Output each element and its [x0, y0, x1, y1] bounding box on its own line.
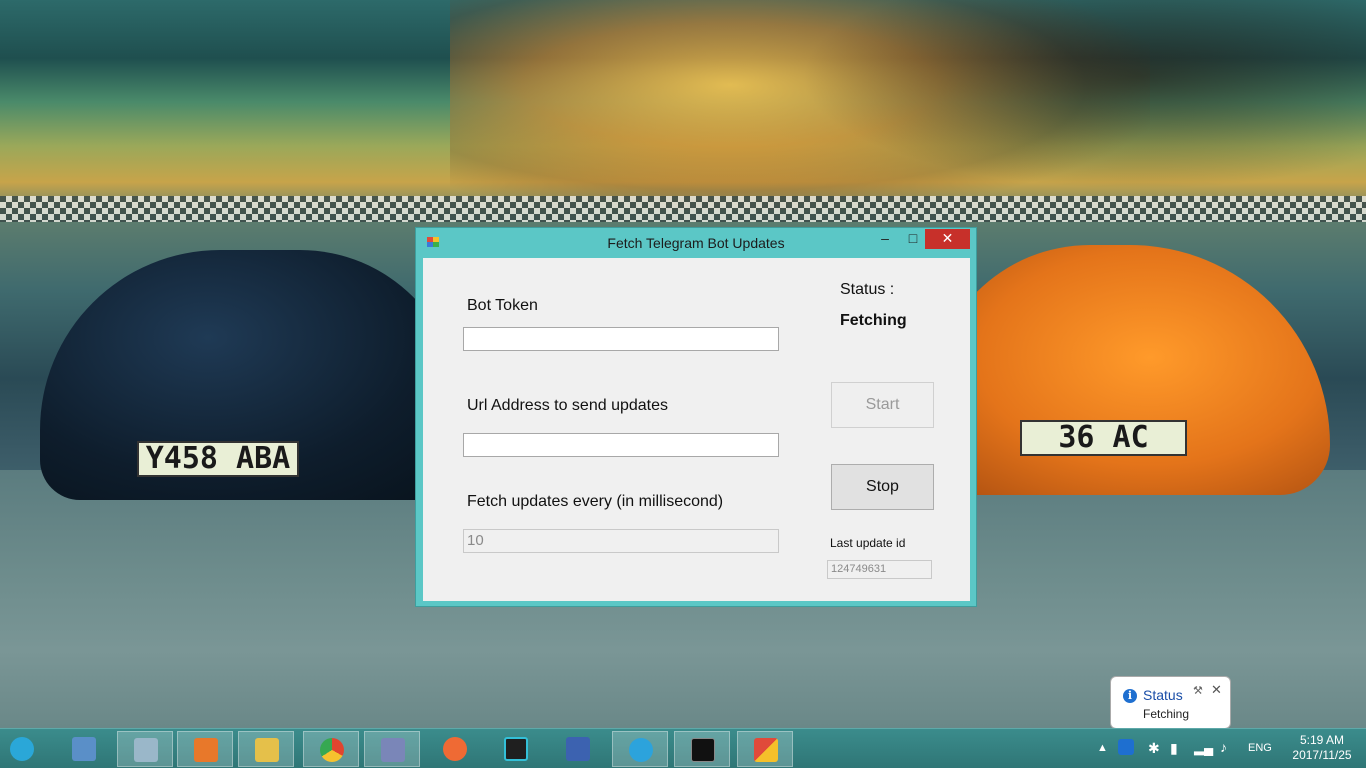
taskbar-file-explorer[interactable]	[238, 731, 294, 767]
stop-button[interactable]: Stop	[831, 464, 934, 510]
webstorm-icon	[504, 737, 528, 761]
command-prompt-icon	[691, 738, 715, 762]
title-bar[interactable]: Fetch Telegram Bot Updates – □ ✕	[416, 228, 976, 258]
taskbar-php[interactable]	[364, 731, 420, 767]
bot-token-field[interactable]	[463, 327, 779, 351]
notification-balloon[interactable]: i Status Fetching ⚒ ✕	[1110, 676, 1231, 729]
start-button[interactable]: Start	[831, 382, 934, 428]
app-window: Fetch Telegram Bot Updates – □ ✕ Bot Tok…	[415, 227, 977, 607]
form-client-area: Bot Token Url Address to send updates Fe…	[423, 258, 970, 601]
network-tool-icon	[566, 737, 590, 761]
clock-time: 5:19 AM	[1299, 733, 1345, 747]
taskbar-windows-forms-app[interactable]	[737, 731, 793, 767]
file-explorer-icon	[255, 738, 279, 762]
app-tray-icon[interactable]	[1118, 739, 1134, 755]
php-icon	[381, 738, 405, 762]
license-plate-right: 36 AC	[1020, 420, 1187, 456]
close-button[interactable]: ✕	[925, 229, 970, 249]
taskbar-command-prompt[interactable]	[674, 731, 730, 767]
clock-date: 2017/11/25	[1292, 748, 1352, 762]
orange-car	[930, 245, 1330, 495]
taskbar-media-player[interactable]	[177, 731, 233, 767]
clock[interactable]: 5:19 AM 2017/11/25	[1286, 733, 1358, 763]
license-plate-left: Y458 ABA	[137, 441, 299, 477]
minimize-button[interactable]: –	[874, 229, 896, 249]
maximize-button[interactable]: □	[901, 229, 925, 249]
language-indicator[interactable]: ENG	[1248, 742, 1272, 768]
taskbar-people[interactable]	[0, 731, 56, 767]
media-player-icon	[194, 738, 218, 762]
notification-text: Fetching	[1143, 707, 1190, 721]
taskbar: ▲ ✱ ▮ ▂▄ ♪ ENG 5:19 AM 2017/11/25	[0, 728, 1366, 768]
url-address-field[interactable]	[463, 433, 779, 457]
taskbar-performance-monitor[interactable]	[117, 731, 173, 767]
last-update-id-field[interactable]: 124749631	[827, 560, 932, 579]
taskbar-remote-desktop[interactable]	[56, 731, 112, 767]
power-icon[interactable]: ▮	[1170, 740, 1178, 768]
last-update-id-label: Last update id	[830, 536, 906, 550]
postman-icon	[443, 737, 467, 761]
bot-token-label: Bot Token	[467, 297, 538, 314]
volume-icon[interactable]: ♪	[1220, 739, 1227, 768]
notification-close-button[interactable]: ✕	[1211, 682, 1222, 698]
chrome-icon	[320, 738, 344, 762]
taskbar-telegram[interactable]	[612, 731, 668, 767]
windows-forms-app-icon	[754, 738, 778, 762]
wifi-signal-icon[interactable]: ▂▄	[1194, 740, 1213, 768]
status-label: Status :	[840, 281, 895, 298]
show-hidden-icons-arrow[interactable]: ▲	[1097, 742, 1108, 768]
status-value: Fetching	[840, 312, 907, 329]
taskbar-postman[interactable]	[427, 731, 483, 767]
sky-clouds	[800, 0, 1366, 190]
taskbar-chrome[interactable]	[303, 731, 359, 767]
bluetooth-icon[interactable]: ✱	[1148, 740, 1160, 768]
taskbar-webstorm[interactable]	[488, 731, 544, 767]
settings-wrench-icon[interactable]: ⚒	[1193, 684, 1203, 697]
info-icon: i	[1123, 689, 1137, 703]
notification-title: Status	[1143, 687, 1183, 703]
people-icon	[10, 737, 34, 761]
taskbar-network-tool[interactable]	[550, 731, 606, 767]
fetch-interval-field[interactable]: 10	[463, 529, 779, 553]
checkered-band	[0, 196, 1366, 222]
remote-desktop-icon	[72, 737, 96, 761]
url-address-label: Url Address to send updates	[467, 397, 669, 414]
telegram-icon	[629, 738, 653, 762]
fetch-interval-label: Fetch updates every (in millisecond)	[467, 493, 724, 510]
performance-monitor-icon	[134, 738, 158, 762]
